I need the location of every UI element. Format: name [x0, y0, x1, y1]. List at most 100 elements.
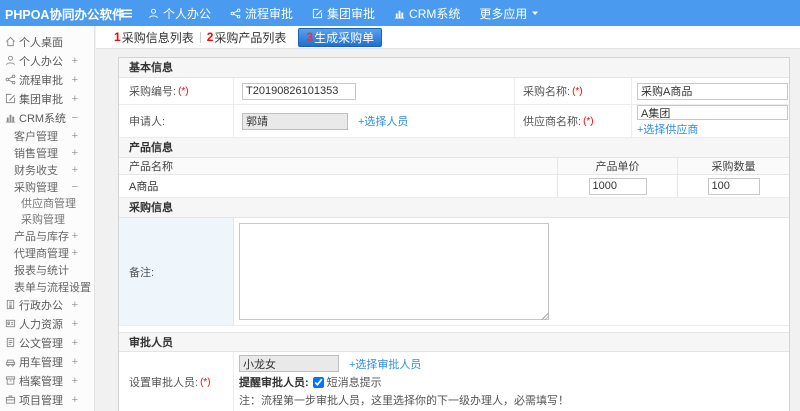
supplier-input[interactable] — [637, 105, 788, 120]
field-label: 采购名称: — [523, 86, 571, 98]
expand-toggle-icon[interactable]: + — [72, 74, 78, 86]
sidebar-item-workflow-approval[interactable]: 流程审批 + — [0, 70, 94, 89]
purchase-name-input[interactable] — [637, 82, 788, 100]
column-product-name: 产品名称 — [129, 161, 173, 173]
project-icon — [5, 394, 16, 405]
sidebar-item-purchase-management[interactable]: 采购管理 − — [0, 178, 94, 195]
expand-toggle-icon[interactable]: + — [72, 164, 78, 176]
caret-down-icon — [531, 9, 539, 17]
sidebar-item-sales-management[interactable]: 销售管理 + — [0, 144, 94, 161]
sidebar-item-reports-statistics[interactable]: 报表与统计 — [0, 261, 94, 278]
select-supplier-link[interactable]: +选择供应商 — [637, 121, 698, 137]
sidebar-item-label: 集团审批 — [19, 93, 63, 106]
sidebar-item-label: 用车管理 — [19, 356, 63, 369]
expand-toggle-icon[interactable]: + — [72, 281, 78, 293]
product-price-input[interactable] — [588, 177, 647, 195]
idcard-icon — [5, 318, 16, 329]
expand-toggle-icon[interactable]: + — [72, 299, 78, 311]
document-icon — [5, 337, 16, 348]
chart-icon — [5, 112, 16, 123]
car-icon — [5, 356, 16, 367]
sidebar-item-label: 供应商管理 — [21, 198, 76, 210]
sidebar-item-admin-office[interactable]: 行政办公 + — [0, 295, 94, 314]
field-label: 申请人: — [129, 116, 166, 128]
sidebar-item-personal-office[interactable]: 个人办公 + — [0, 51, 94, 70]
section-header-purchase-info: 采购信息 — [119, 198, 789, 218]
expand-toggle-icon[interactable]: + — [72, 337, 78, 349]
purchase-form-panel: 基本信息 采购编号: (*) 采购名称: (*) 申 — [118, 57, 790, 411]
approval-row: 设置审批人员: (*) +选择审批人员 提醒审批人员: 短消息提示 注：流程第一… — [119, 352, 789, 411]
expand-toggle-icon[interactable]: + — [72, 130, 78, 142]
expand-toggle-icon[interactable]: + — [72, 375, 78, 387]
approver-label: 设置审批人员: (*) — [119, 352, 234, 411]
topbar-menu-crm-system[interactable]: CRM系统 — [394, 5, 460, 22]
flow-icon — [230, 8, 241, 19]
sidebar-item-agent-management[interactable]: 代理商管理 + — [0, 244, 94, 261]
expand-toggle-icon[interactable]: + — [72, 230, 78, 242]
sidebar-item-human-resources[interactable]: 人力资源 + — [0, 314, 94, 333]
topbar-menu-workflow-approval[interactable]: 流程审批 — [230, 5, 293, 22]
sidebar-item-label: 代理商管理 — [14, 247, 69, 260]
topbar-menu-label: 流程审批 — [245, 6, 294, 21]
sms-remind-checkbox[interactable] — [312, 376, 324, 388]
expand-toggle-icon[interactable]: − — [72, 112, 78, 124]
select-approver-link[interactable]: +选择审批人员 — [349, 356, 421, 372]
sidebar-item-product-inventory[interactable]: 产品与库存 + — [0, 227, 94, 244]
sidebar-item-purchase-management-sub[interactable]: 采购管理 — [0, 211, 94, 227]
required-mark: (*) — [200, 376, 211, 388]
sidebar-item-label: 个人桌面 — [19, 36, 63, 49]
expand-toggle-icon[interactable]: + — [72, 147, 78, 159]
hamburger-menu-icon[interactable] — [120, 7, 133, 20]
tab-generate-purchase-order[interactable]: 3 生成采购单 — [298, 27, 383, 47]
topbar-menu-label: 更多应用 — [479, 6, 528, 21]
applicant-input[interactable] — [242, 112, 348, 130]
product-row: A商品 — [119, 175, 789, 198]
select-person-link[interactable]: +选择人员 — [358, 113, 408, 129]
topbar-menu-personal-office[interactable]: 个人办公 — [148, 5, 211, 22]
field-label: 供应商名称: — [523, 116, 582, 128]
expand-toggle-icon[interactable]: + — [72, 318, 78, 330]
approver-input[interactable] — [239, 355, 339, 372]
sidebar-item-official-documents[interactable]: 公文管理 + — [0, 333, 94, 352]
sidebar-item-label: 客户管理 — [14, 130, 58, 143]
expand-toggle-icon[interactable]: + — [72, 247, 78, 259]
step-number: 3 — [306, 30, 314, 44]
purchase-qty-input[interactable] — [707, 177, 760, 195]
topbar-menu-more-apps[interactable]: 更多应用 — [479, 5, 539, 22]
sidebar-item-form-workflow-settings[interactable]: 表单与流程设置 + — [0, 278, 94, 295]
step-label: 生成采购单 — [314, 30, 375, 45]
sidebar-item-label: 销售管理 — [14, 147, 58, 160]
note-textarea[interactable] — [239, 223, 549, 320]
user-icon — [5, 55, 16, 66]
flow-icon — [5, 74, 16, 85]
sidebar-item-finance-income-expense[interactable]: 财务收支 + — [0, 161, 94, 178]
sidebar-item-personal-desktop[interactable]: 个人桌面 — [0, 32, 94, 51]
sidebar-item-group-approval[interactable]: 集团审批 + — [0, 89, 94, 108]
textarea-resize-handle[interactable] — [541, 312, 549, 320]
sidebar-item-label: 项目管理 — [19, 394, 63, 407]
sidebar-item-vehicle-management[interactable]: 用车管理 + — [0, 352, 94, 371]
step-label: 采购信息列表 — [121, 30, 194, 45]
main-content: 基本信息 采购编号: (*) 采购名称: (*) 申 — [96, 49, 800, 411]
sidebar-item-supplier-management[interactable]: 供应商管理 — [0, 195, 94, 211]
chart-icon — [394, 8, 405, 19]
tab-purchase-product-list[interactable]: 2 采购产品列表 — [201, 29, 293, 46]
expand-toggle-icon[interactable]: + — [72, 394, 78, 406]
sidebar-item-customer-management[interactable]: 客户管理 + — [0, 127, 94, 144]
sidebar-item-project-management[interactable]: 项目管理 + — [0, 390, 94, 409]
expand-toggle-icon[interactable]: + — [72, 93, 78, 105]
expand-toggle-icon[interactable]: − — [72, 181, 78, 193]
sidebar-item-crm-system[interactable]: CRM系统 − — [0, 108, 94, 127]
required-mark: (*) — [178, 85, 189, 97]
sidebar-item-archive-management[interactable]: 档案管理 + — [0, 371, 94, 390]
tab-purchase-info-list[interactable]: 1 采购信息列表 — [108, 29, 200, 46]
topbar-menu-group-approval[interactable]: 集团审批 — [312, 5, 375, 22]
expand-toggle-icon[interactable]: + — [72, 356, 78, 368]
purchase-no-input[interactable] — [242, 82, 356, 100]
expand-toggle-icon[interactable]: + — [72, 55, 78, 67]
home-icon — [5, 36, 16, 47]
supplier-label: 供应商名称: (*) — [515, 105, 632, 137]
building-icon — [5, 299, 16, 310]
sidebar-navigation: 个人桌面 个人办公 + 流程审批 + 集团审批 + CRM系统 − 客户管理 + 销售管理 + 财务收支 +… — [0, 26, 95, 411]
sidebar-item-label: 行政办公 — [19, 299, 63, 312]
